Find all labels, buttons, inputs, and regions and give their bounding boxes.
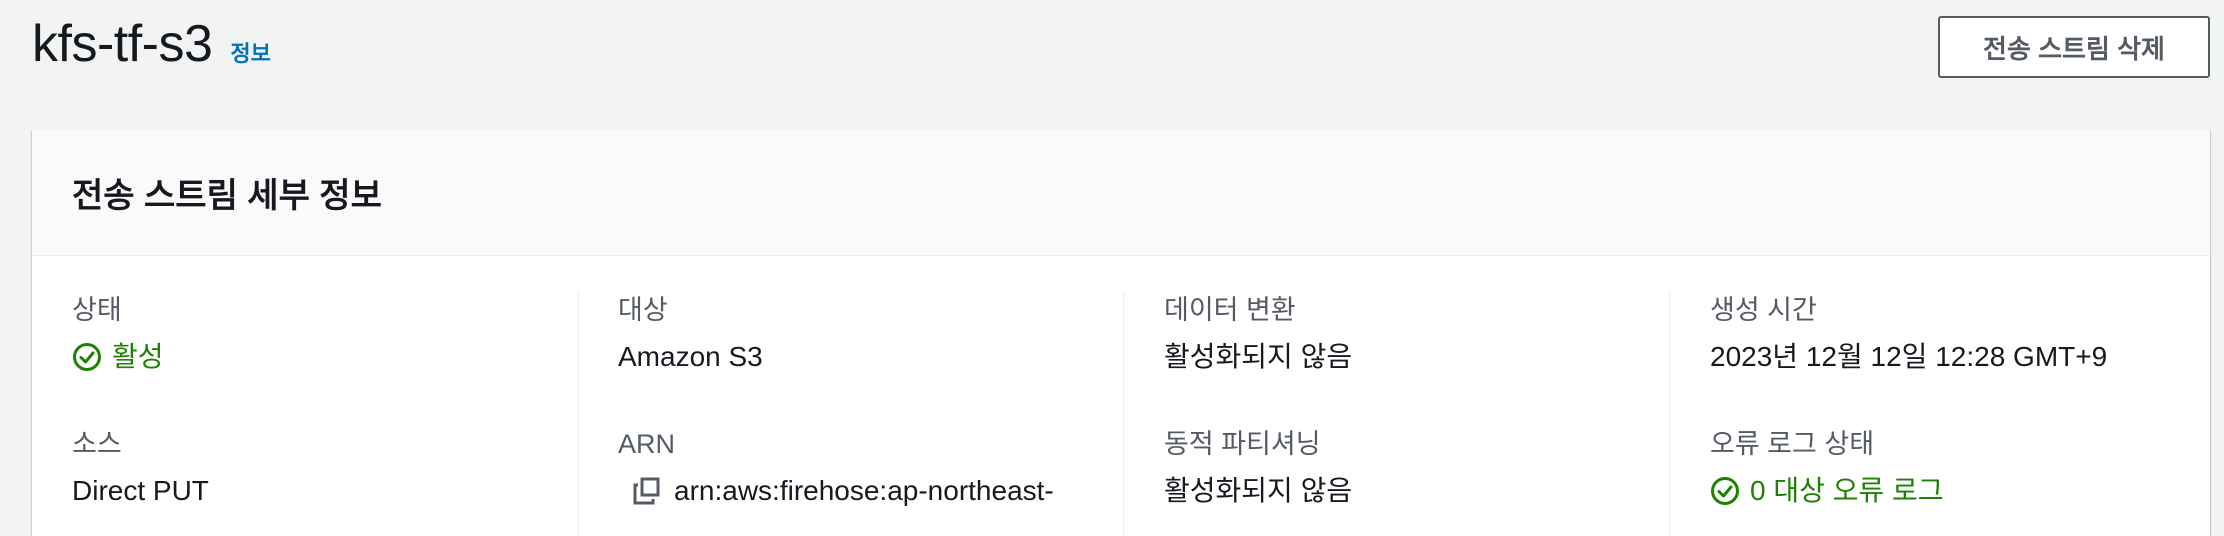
creation-time-field: 생성 시간 2023년 12월 12일 12:28 GMT+9 — [1710, 292, 2210, 426]
error-log-status-text: 0 대상 오류 로그 — [1750, 475, 1944, 506]
error-log-status-label: 오류 로그 상태 — [1710, 429, 1875, 459]
status-text: 활성 — [112, 341, 164, 372]
arn-value: arn:aws:firehose:ap-northeast- — [618, 472, 1118, 510]
error-log-status-value: 0 대상 오류 로그 — [1710, 472, 2210, 510]
details-column-2: 대상 Amazon S3 ARN arn:aws:firehose:ap-nor… — [618, 292, 1118, 536]
dynamic-partitioning-value: 활성화되지 않음 — [1164, 475, 1353, 506]
card-title: 전송 스트림 세부 정보 — [72, 177, 382, 215]
details-columns: 상태 활성 소스 Direct PUT 대상 Amazon S3 ARN arn… — [32, 256, 2210, 536]
status-field: 상태 활성 — [72, 292, 572, 426]
info-link[interactable]: 정보 — [230, 36, 270, 68]
delete-delivery-stream-button[interactable]: 전송 스트림 삭제 — [1938, 16, 2210, 78]
error-log-status-field: 오류 로그 상태 0 대상 오류 로그 — [1710, 426, 2210, 536]
destination-field: 대상 Amazon S3 — [618, 292, 1118, 426]
destination-label: 대상 — [618, 295, 668, 325]
arn-text: arn:aws:firehose:ap-northeast- — [674, 475, 1054, 506]
source-value: Direct PUT — [72, 475, 209, 506]
page-header: kfs-tf-s3 정보 — [32, 12, 271, 76]
details-column-1: 상태 활성 소스 Direct PUT — [72, 292, 572, 536]
data-transformation-field: 데이터 변환 활성화되지 않음 — [1164, 292, 1664, 426]
column-divider — [1123, 292, 1124, 536]
source-label: 소스 — [72, 429, 122, 459]
data-transformation-label: 데이터 변환 — [1164, 295, 1296, 325]
page-title: kfs-tf-s3 — [32, 15, 213, 73]
check-circle-icon — [73, 343, 101, 371]
page: kfs-tf-s3 정보 전송 스트림 삭제 전송 스트림 세부 정보 상태 활… — [0, 0, 2224, 536]
data-transformation-value: 활성화되지 않음 — [1164, 341, 1353, 372]
destination-value: Amazon S3 — [618, 341, 763, 372]
delivery-stream-details-card: 전송 스트림 세부 정보 상태 활성 소스 Direct PUT 대상 Amaz… — [32, 130, 2210, 536]
details-column-4: 생성 시간 2023년 12월 12일 12:28 GMT+9 오류 로그 상태… — [1710, 292, 2210, 536]
arn-field: ARN arn:aws:firehose:ap-northeast- — [618, 426, 1118, 536]
details-column-3: 데이터 변환 활성화되지 않음 동적 파티셔닝 활성화되지 않음 — [1164, 292, 1664, 536]
column-divider — [578, 292, 579, 536]
dynamic-partitioning-label: 동적 파티셔닝 — [1164, 429, 1321, 459]
source-field: 소스 Direct PUT — [72, 426, 572, 536]
check-circle-icon — [1711, 477, 1739, 505]
copy-icon[interactable] — [632, 476, 662, 506]
column-divider — [1669, 292, 1670, 536]
creation-time-value: 2023년 12월 12일 12:28 GMT+9 — [1710, 341, 2108, 372]
dynamic-partitioning-field: 동적 파티셔닝 활성화되지 않음 — [1164, 426, 1664, 536]
creation-time-label: 생성 시간 — [1710, 295, 1817, 325]
status-value: 활성 — [72, 338, 572, 376]
status-label: 상태 — [72, 295, 122, 325]
card-header: 전송 스트림 세부 정보 — [32, 130, 2210, 256]
arn-label: ARN — [618, 429, 676, 459]
